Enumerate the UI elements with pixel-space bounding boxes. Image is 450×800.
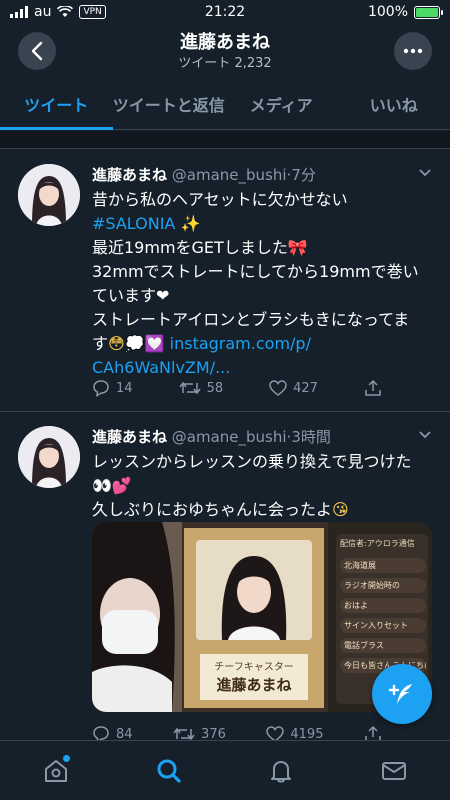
tweet-line: す [92,334,109,353]
avatar[interactable] [18,164,80,226]
app-chat-row: ラジオ開始時の [340,578,426,593]
app-chat-row: サイン入りセット [340,618,426,633]
compose-tweet-button[interactable] [372,664,432,724]
bottom-navigation [0,740,450,800]
tweet-item[interactable]: 進藤あまね @amane_bushi·7分 昔から私のヘアセットに欠かせない #… [0,150,450,412]
eyes-emoji: 👀💕 [92,476,132,495]
emoji-group: 😳💭💟 [108,334,165,353]
tweet-time: ·3時間 [286,428,331,446]
tweet-line: 久しぶりにおゆちゃんに会ったよ [92,500,333,519]
mail-icon [381,761,406,780]
reply-icon [93,380,109,397]
retweet-button[interactable]: 58 [178,379,224,397]
app-chat-list: 北海道展 ラジオ開始時の おはよ サイン入りセット 電話ブラス 今日も皆さんこん… [340,558,426,678]
app-chat-row: 北海道展 [340,558,426,573]
tab-likes[interactable]: いいね [338,78,450,129]
share-icon [365,379,381,396]
kiss-emoji: 😘 [332,500,349,519]
nav-messages[interactable] [374,751,414,791]
profile-name: 進藤あまね [180,32,270,53]
tweet-text: 昔から私のヘアセットに欠かせない #SALONIA ✨ 最近19mmをGETしま… [92,188,436,380]
tweet-author-handle[interactable]: @amane_bushi [172,428,287,446]
like-button[interactable]: 427 [269,379,318,397]
sparkles-emoji: ✨ [180,214,201,233]
tweet-author-name[interactable]: 進藤あまね [92,428,167,446]
tweet-line: 昔から私のヘアセットに欠かせない [92,190,348,209]
chevron-down-icon[interactable] [418,430,432,440]
profile-tabs: ツイート ツイートと返信 メディア いいね [0,78,450,130]
tweet-actions: 14 58 427 [92,379,382,397]
chevron-down-icon[interactable] [418,168,432,178]
compose-feather-icon [388,684,412,704]
instagram-link[interactable]: instagram.com/p/ [170,334,311,353]
nav-home[interactable] [36,751,76,791]
avatar[interactable] [18,426,80,488]
tweet-author-handle[interactable]: @amane_bushi [172,166,287,184]
nav-search[interactable] [149,751,189,791]
app-chat-row: おはよ [340,598,426,613]
retweet-icon [178,381,201,395]
tab-tweets-and-replies[interactable]: ツイートと返信 [113,78,226,129]
tweet-text: レッスンからレッスンの乗り換えで見つけた 👀💕 久しぶりにおゆちゃんに会ったよ😘 [92,450,436,522]
search-icon [157,759,181,783]
poster-caption-name: 進藤あまね [216,676,292,694]
tweet-time: ·7分 [286,166,316,184]
app-header-text: 配信者:アウロラ通信 [340,539,415,548]
poster-caption-small: チーフキャスター [214,662,294,673]
retweet-count: 58 [206,380,224,396]
app-chat-row: 電話ブラス [340,638,426,653]
tweet-line: ストレートアイロンとブラシもきになってま [92,310,410,329]
new-content-dot [63,754,71,762]
more-options-button[interactable] [394,32,432,70]
reply-count: 14 [116,380,133,396]
ribbon-emoji: 🎀 [287,238,308,257]
tweet-count: ツイート 2,232 [178,56,272,71]
hashtag-link[interactable]: #SALONIA [92,214,175,233]
battery-percent: 100% [367,4,408,20]
reply-button[interactable]: 14 [92,379,133,397]
bell-icon [271,760,292,782]
instagram-link-cont[interactable]: CAh6WaNlvZM/... [92,358,230,377]
tweet-line: 32mmでストレートにしてから19mmで巻い [92,262,419,281]
heart-icon [269,380,287,396]
battery-icon [414,5,443,19]
tweet-author-name[interactable]: 進藤あまね [92,166,167,184]
heart-emoji: ❤ [156,286,170,305]
tweet-line: 最近19mmをGETしました [92,238,288,257]
status-bar: au VPN 21:22 100% [0,0,450,24]
tab-media[interactable]: メディア [225,78,338,129]
profile-header: 進藤あまね ツイート 2,232 [0,24,450,76]
tweet-line: ています [92,286,157,305]
more-icon [403,48,423,54]
share-button[interactable] [364,379,382,397]
tweet-line: レッスンからレッスンの乗り換えで見つけた [92,452,412,471]
tab-tweets[interactable]: ツイート [0,78,113,130]
timeline-spacer [0,131,450,149]
nav-notifications[interactable] [261,751,301,791]
like-count: 427 [293,380,318,396]
